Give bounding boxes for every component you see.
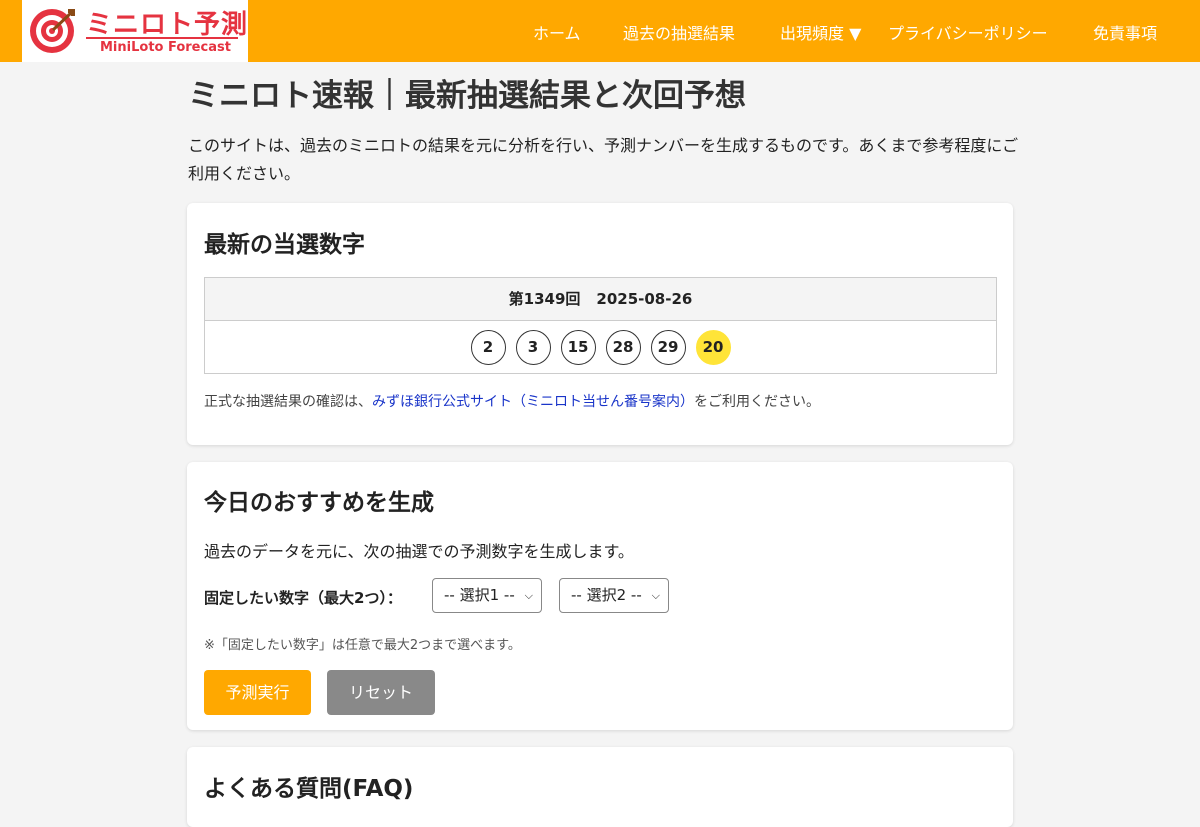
bonus-number-ball: 20: [695, 330, 731, 365]
nav-privacy-policy[interactable]: プライバシーポリシー: [888, 20, 1048, 44]
site-logo[interactable]: ミニロト予測 MiniLoto Forecast: [22, 0, 248, 62]
winning-number-ball: 29: [650, 330, 686, 365]
nav-home[interactable]: ホーム: [533, 20, 581, 44]
official-source-note: 正式な抽選結果の確認は、みずほ銀行公式サイト（ミニロト当せん番号案内）をご利用く…: [204, 391, 820, 411]
site-header: ミニロト予測 MiniLoto Forecast ホーム 過去の抽選結果 出現頻…: [0, 0, 1200, 62]
run-prediction-button[interactable]: 予測実行: [204, 670, 311, 715]
target-icon: [30, 9, 75, 53]
select-2-value: -- 選択2 --: [571, 586, 642, 604]
chevron-down-icon: ⌵: [651, 589, 660, 602]
note-suffix: をご利用ください。: [694, 394, 820, 410]
page-title: ミニロト速報｜最新抽選結果と次回予想: [188, 78, 746, 114]
logo-subtitle: MiniLoto Forecast: [100, 40, 231, 55]
fixed-number-select-2[interactable]: -- 選択2 -- ⌵: [559, 578, 669, 613]
nav-past-results[interactable]: 過去の抽選結果: [623, 20, 735, 44]
draw-date: 2025-08-26: [596, 290, 693, 308]
fixed-numbers-hint: ※「固定したい数字」は任意で最大2つまで選べます。: [204, 638, 521, 653]
note-prefix: 正式な抽選結果の確認は、: [204, 394, 372, 410]
generator-description: 過去のデータを元に、次の抽選での予測数字を生成します。: [204, 542, 634, 561]
winning-number-ball: 3: [515, 330, 551, 365]
generator-heading: 今日のおすすめを生成: [204, 490, 434, 516]
nav-disclaimer[interactable]: 免責事項: [1093, 20, 1157, 44]
intro-text: このサイトは、過去のミニロトの結果を元に分析を行い、予測ナンバーを生成するもので…: [188, 136, 1019, 183]
nav-frequency-dropdown[interactable]: 出現頻度 ▼: [780, 20, 861, 44]
winning-number-ball: 28: [605, 330, 641, 365]
draw-number: 第1349回: [508, 290, 581, 308]
latest-results-card: 最新の当選数字 第1349回 2025-08-26 2 3 15 28 29 20…: [187, 203, 1013, 445]
winning-number-ball: 2: [470, 330, 506, 365]
logo-title: ミニロト予測: [86, 10, 249, 40]
faq-heading: よくある質問(FAQ): [204, 776, 414, 802]
result-header: 第1349回 2025-08-26: [205, 278, 996, 321]
latest-results-heading: 最新の当選数字: [204, 232, 365, 258]
fixed-numbers-label: 固定したい数字（最大2つ）：: [204, 589, 402, 607]
chevron-down-icon: ⌵: [524, 589, 533, 602]
faq-card: よくある質問(FAQ): [187, 747, 1013, 827]
winning-number-ball: 15: [560, 330, 596, 365]
select-1-value: -- 選択1 --: [444, 586, 515, 604]
mizuho-official-link[interactable]: みずほ銀行公式サイト（ミニロト当せん番号案内）: [372, 394, 694, 410]
result-table: 第1349回 2025-08-26 2 3 15 28 29 20: [204, 277, 997, 374]
winning-numbers: 2 3 15 28 29 20: [205, 330, 996, 365]
logo-underline: [86, 37, 238, 39]
reset-button[interactable]: リセット: [327, 670, 435, 715]
fixed-number-select-1[interactable]: -- 選択1 -- ⌵: [432, 578, 542, 613]
generator-card: 今日のおすすめを生成 過去のデータを元に、次の抽選での予測数字を生成します。 固…: [187, 462, 1013, 730]
